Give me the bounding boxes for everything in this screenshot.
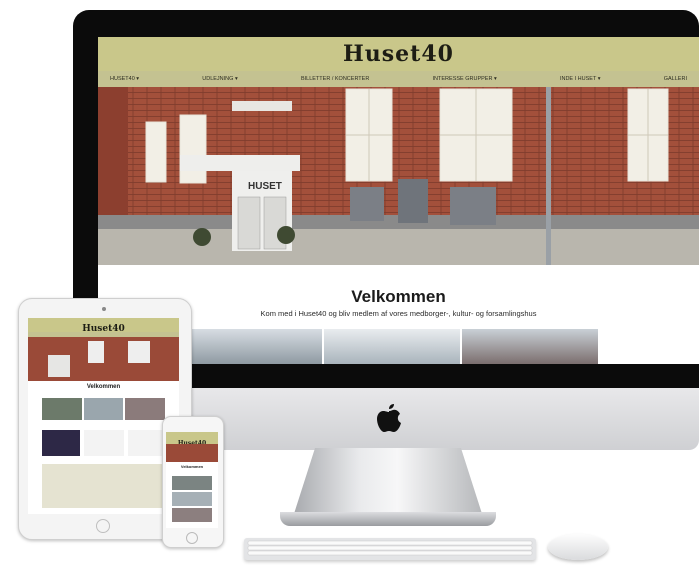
site-logo[interactable]: Huset40 — [343, 41, 454, 67]
tablet-info-section — [42, 464, 165, 508]
thumb-hall[interactable] — [186, 329, 322, 364]
tablet-text-block — [84, 430, 124, 456]
building-photo: HUSET — [98, 87, 699, 265]
phone-home-button[interactable] — [186, 532, 198, 544]
nav-item-galleri[interactable]: GALLERI — [664, 76, 687, 82]
thumb-room[interactable] — [324, 329, 460, 364]
tablet-concert-image[interactable] — [42, 430, 80, 456]
tablet-screen: Huset40 Velkommen — [28, 318, 179, 514]
hero-sign: HUSET — [248, 181, 282, 192]
hero-image: HUSET — [98, 87, 699, 265]
nav-item-billetter[interactable]: BILLETTER / KONCERTER — [301, 76, 369, 82]
nav-item-huset40[interactable]: HUSET40 ▾ — [110, 76, 139, 82]
tablet-home-button[interactable] — [96, 519, 110, 533]
keyboard — [244, 538, 536, 560]
nav-item-inde-i-huset[interactable]: INDE I HUSET ▾ — [560, 76, 601, 82]
nav-item-udlejning[interactable]: UDLEJNING ▾ — [202, 76, 237, 82]
apple-logo-icon — [377, 404, 401, 432]
gallery-thumbs — [186, 329, 598, 364]
phone-thumb-1[interactable] — [172, 476, 212, 490]
phone-header: Huset40 — [166, 432, 218, 447]
thumb-portrait[interactable] — [462, 329, 598, 364]
site-header: Huset40 — [98, 37, 699, 71]
main-nav: HUSET40 ▾ UDLEJNING ▾ BILLETTER / KONCER… — [98, 71, 699, 87]
imac-stand — [292, 448, 484, 520]
imac-stand-base — [280, 512, 496, 526]
tablet-welcome: Velkommen — [86, 384, 121, 390]
tablet-text-block-2 — [128, 430, 165, 456]
keyboard-keys — [247, 540, 533, 556]
phone-welcome: Velkommen — [180, 464, 204, 469]
nav-item-interesse-grupper[interactable]: INTERESSE GRUPPER ▾ — [433, 76, 497, 82]
phone-screen: Huset40 Velkommen — [166, 432, 218, 528]
phone-thumb-2[interactable] — [172, 492, 212, 506]
tablet-camera — [102, 307, 106, 311]
phone-hero — [166, 444, 218, 462]
phone-thumb-3[interactable] — [172, 508, 212, 522]
tablet-header: Huset40 — [28, 318, 179, 334]
mouse — [548, 534, 608, 560]
tablet-hero — [28, 337, 179, 381]
tablet-thumbs — [42, 398, 166, 420]
